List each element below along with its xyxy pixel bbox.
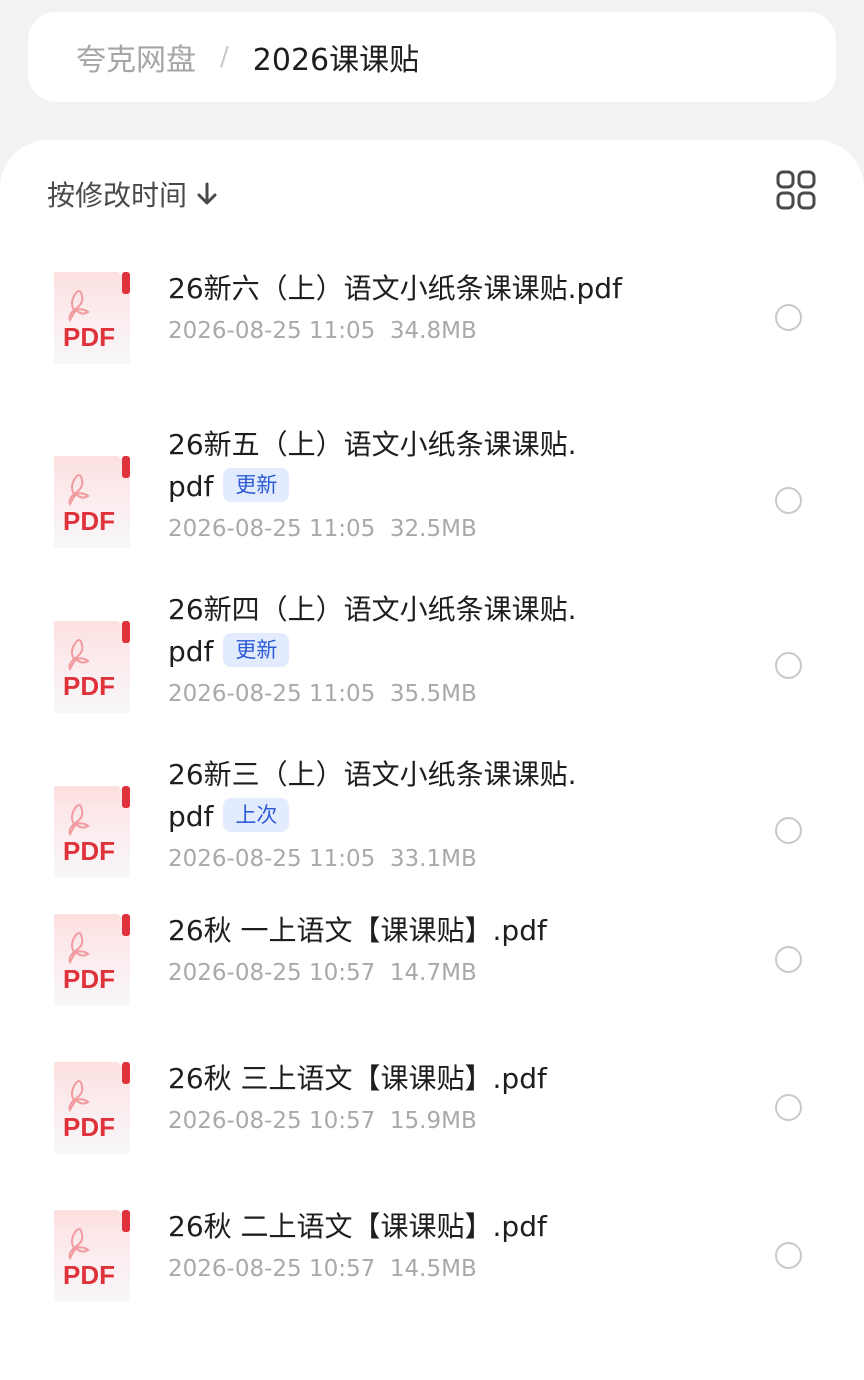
file-name: 26新四（上）语文小纸条课课贴. (168, 593, 577, 626)
file-meta: 2026-08-25 11:05 33.1MB (168, 844, 728, 874)
grid-view-icon[interactable] (776, 170, 816, 210)
svg-text:PDF: PDF (63, 964, 115, 994)
file-name-continued: pdf 更新 (168, 466, 728, 508)
file-meta: 2026-08-25 10:57 14.5MB (168, 1254, 728, 1284)
svg-text:PDF: PDF (63, 836, 115, 866)
meta-spacer (375, 846, 390, 872)
meta-spacer (375, 1108, 390, 1134)
status-badge: 上次 (223, 798, 290, 832)
file-name-continued: pdf 上次 (168, 796, 728, 838)
meta-spacer (375, 516, 390, 542)
file-size: 34.8MB (389, 318, 477, 344)
breadcrumb-separator: / (220, 42, 229, 72)
file-info: 26秋 一上语文【课课贴】.pdf 2026-08-25 10:57 14.7MB (168, 910, 728, 988)
breadcrumb: 夸克网盘 / 2026课课贴 (28, 12, 836, 102)
file-meta: 2026-08-25 10:57 15.9MB (168, 1106, 728, 1136)
file-date: 2026-08-25 11:05 (168, 846, 376, 872)
pdf-file-icon: PDF (52, 454, 132, 550)
file-size: 33.1MB (389, 846, 477, 872)
file-name-continued: pdf 更新 (168, 631, 728, 673)
file-date: 2026-08-25 10:57 (168, 1108, 376, 1134)
file-name: 26秋 二上语文【课课贴】.pdf (168, 1210, 547, 1243)
pdf-file-icon: PDF (52, 619, 132, 715)
sort-label: 按修改时间 (47, 179, 188, 212)
file-name: 26新三（上）语文小纸条课课贴. (168, 758, 577, 791)
select-radio[interactable] (775, 817, 802, 844)
meta-spacer (375, 681, 390, 707)
file-date: 2026-08-25 11:05 (168, 516, 376, 542)
arrow-down-icon (197, 182, 217, 205)
pdf-file-icon: PDF (52, 1208, 132, 1304)
meta-spacer (375, 318, 390, 344)
file-name: 26新六（上）语文小纸条课课贴.pdf (168, 272, 622, 305)
file-size: 14.5MB (389, 1256, 477, 1282)
select-radio[interactable] (775, 652, 802, 679)
svg-text:PDF: PDF (63, 506, 115, 536)
svg-text:PDF: PDF (63, 671, 115, 701)
file-size: 35.5MB (389, 681, 477, 707)
file-info: 26新五（上）语文小纸条课课贴. pdf 更新 2026-08-25 11:05 32… (168, 424, 728, 544)
breadcrumb-current: 2026课课贴 (252, 43, 420, 78)
file-date: 2026-08-25 10:57 (168, 960, 376, 986)
svg-text:PDF: PDF (63, 1112, 115, 1142)
file-size: 32.5MB (389, 516, 477, 542)
file-meta: 2026-08-25 10:57 14.7MB (168, 958, 728, 988)
file-meta: 2026-08-25 11:05 35.5MB (168, 679, 728, 709)
meta-spacer (375, 1256, 390, 1282)
file-info: 26秋 三上语文【课课贴】.pdf 2026-08-25 10:57 15.9MB (168, 1058, 728, 1136)
file-meta: 2026-08-25 11:05 32.5MB (168, 514, 728, 544)
file-name-extension: pdf (168, 470, 214, 503)
pdf-file-icon: PDF (52, 784, 132, 880)
svg-text:PDF: PDF (63, 322, 115, 352)
breadcrumb-root[interactable]: 夸克网盘 (76, 35, 196, 79)
svg-text:PDF: PDF (63, 1260, 115, 1290)
file-meta: 2026-08-25 11:05 34.8MB (168, 316, 728, 346)
file-info: 26新三（上）语文小纸条课课贴. pdf 上次 2026-08-25 11:05 33… (168, 754, 728, 874)
file-info: 26秋 二上语文【课课贴】.pdf 2026-08-25 10:57 14.5MB (168, 1206, 728, 1284)
pdf-file-icon: PDF (52, 1060, 132, 1156)
file-size: 15.9MB (389, 1108, 477, 1134)
select-radio[interactable] (775, 946, 802, 973)
status-badge: 更新 (223, 633, 290, 667)
pdf-file-icon: PDF (52, 270, 132, 366)
file-name: 26秋 三上语文【课课贴】.pdf (168, 1062, 547, 1095)
file-info: 26新四（上）语文小纸条课课贴. pdf 更新 2026-08-25 11:05 35… (168, 589, 728, 709)
select-radio[interactable] (775, 487, 802, 514)
sort-button[interactable]: 按修改时间 (47, 174, 219, 214)
file-date: 2026-08-25 10:57 (168, 1256, 376, 1282)
meta-spacer (375, 960, 390, 986)
status-badge: 更新 (223, 468, 290, 502)
file-name-extension: pdf (168, 800, 214, 833)
select-radio[interactable] (775, 1242, 802, 1269)
file-name-extension: pdf (168, 635, 214, 668)
file-name: 26新五（上）语文小纸条课课贴. (168, 428, 577, 461)
file-date: 2026-08-25 11:05 (168, 681, 376, 707)
file-name: 26秋 一上语文【课课贴】.pdf (168, 914, 547, 947)
pdf-file-icon: PDF (52, 912, 132, 1008)
file-panel: 按修改时间 PDF 26新六（上）语文小纸条课课贴.pdf 2026-08-25 … (0, 140, 864, 1380)
file-info: 26新六（上）语文小纸条课课贴.pdf 2026-08-25 11:05 34.8… (168, 268, 728, 346)
file-size: 14.7MB (389, 960, 477, 986)
select-radio[interactable] (775, 304, 802, 331)
file-date: 2026-08-25 11:05 (168, 318, 376, 344)
select-radio[interactable] (775, 1094, 802, 1121)
